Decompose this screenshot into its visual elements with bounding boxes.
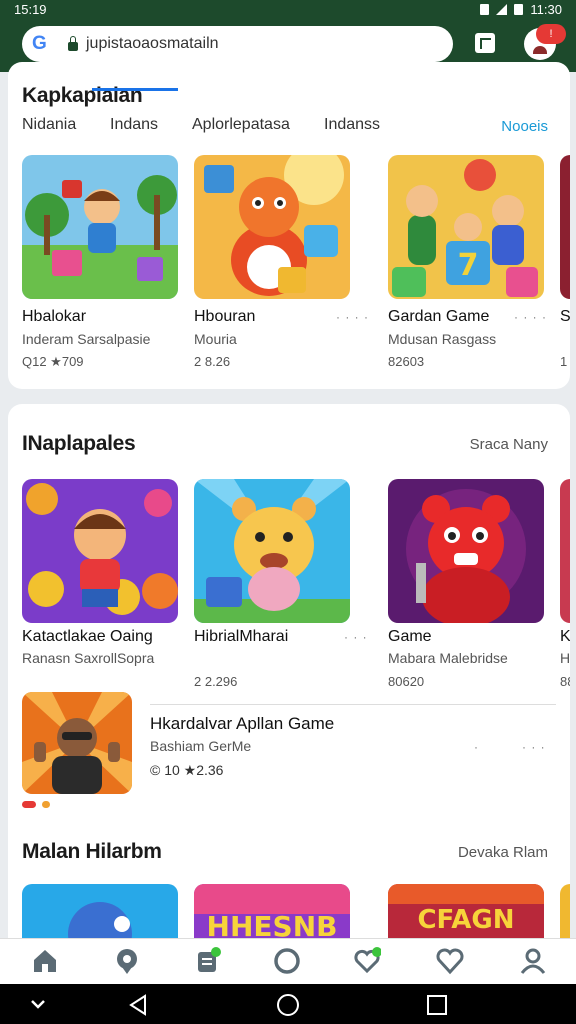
app-developer: Bashiam GerMe: [150, 738, 252, 754]
status-icons: 11:30: [480, 2, 562, 17]
app-name: S: [560, 308, 570, 325]
chevron-down-icon[interactable]: [30, 998, 46, 1010]
status-bar: 15:19 11:30: [0, 0, 576, 18]
app-name: Ka: [560, 628, 570, 645]
see-all-link[interactable]: Devaka Rlam: [458, 844, 548, 861]
app-thumbnail[interactable]: [560, 479, 570, 623]
notification-badge: !: [536, 24, 566, 44]
lock-icon: [68, 35, 78, 51]
pager-dot: [42, 801, 50, 808]
home-circle-icon[interactable]: [276, 993, 300, 1017]
back-icon[interactable]: [128, 994, 148, 1016]
app-name: HibrialMharai: [194, 628, 289, 645]
app-rating: 80620: [388, 674, 425, 689]
app-thumbnail[interactable]: [22, 692, 132, 794]
app-name: Katactlakae Oaing: [22, 628, 153, 645]
url-bar[interactable]: G jupistaoaosmatailn: [22, 26, 453, 62]
app-developer: Mabara Malebridse: [388, 650, 508, 666]
section-featured: Kapkaplaian Nooeis Nidania Indans Aplorl…: [8, 62, 570, 389]
bottom-navigation: [0, 938, 576, 984]
app-rating: 82603: [388, 354, 425, 369]
app-thumbnail[interactable]: [22, 155, 178, 299]
app-rating: © 10 ★2.36: [150, 762, 224, 778]
tab-nidania[interactable]: Nidania: [22, 116, 76, 134]
recents-icon[interactable]: [426, 994, 448, 1016]
favorites-icon[interactable]: [436, 947, 464, 975]
battery-text: 11:30: [530, 1, 562, 17]
app-name: Game: [388, 628, 432, 645]
app-rating: Q12 ★709: [22, 354, 84, 369]
screen: 15:19 11:30 G jupistaoaosmatailn ! Kapka…: [0, 0, 576, 1024]
section-title: Malan Hilarbm: [22, 840, 162, 863]
avatar-icon: [533, 46, 547, 54]
more-options-icon[interactable]: · · ·: [522, 740, 546, 754]
app-rating: 2 2.296: [194, 674, 238, 689]
battery-icon: [514, 3, 524, 15]
svg-text:7: 7: [458, 248, 479, 283]
app-rating: 88: [560, 674, 570, 689]
app-developer: Ranasn SaxrollSopra: [22, 650, 155, 666]
more-options-icon[interactable]: · · · ·: [514, 310, 547, 324]
home-icon[interactable]: [31, 947, 59, 975]
profile-icon[interactable]: [519, 947, 547, 975]
app-rating: 2 8.26: [194, 354, 231, 369]
tab-indanss[interactable]: Indanss: [324, 116, 380, 134]
tabs-button[interactable]: [475, 33, 495, 53]
url-text: jupistaoaosmatailn: [86, 35, 219, 52]
carousel-indicator: [22, 801, 50, 808]
updates-icon[interactable]: [353, 947, 381, 975]
app-developer: Mouria: [194, 331, 237, 347]
divider: [150, 704, 556, 705]
tab-aplorlepatasa[interactable]: Aplorlepatasa: [192, 116, 290, 134]
notification-icon: [480, 3, 490, 15]
discover-icon[interactable]: [113, 947, 141, 975]
category-tabs: Nidania Indans Aplorlepatasa Indanss: [22, 116, 562, 146]
app-thumbnail[interactable]: [22, 479, 178, 623]
pager-dot-active: [22, 801, 36, 808]
system-navigation-bar: [0, 984, 576, 1024]
app-name: Hbouran: [194, 308, 256, 325]
library-icon[interactable]: [194, 947, 222, 975]
app-thumbnail[interactable]: [194, 155, 350, 299]
google-logo-icon: G: [32, 33, 47, 54]
app-thumbnail[interactable]: [388, 479, 544, 623]
status-time: 15:19: [14, 1, 47, 17]
thumb-text: CFAGN: [417, 905, 514, 935]
app-name: Hkardalvar Apllan Game: [150, 714, 335, 733]
active-tab-indicator: [92, 88, 178, 91]
app-developer: Mdusan Rasgass: [388, 331, 497, 347]
games-icon[interactable]: [273, 947, 301, 975]
app-rating: 1: [560, 354, 568, 369]
more-options-icon[interactable]: ·: [474, 740, 479, 754]
app-name: Hbalokar: [22, 308, 87, 325]
app-developer: Ha: [560, 650, 570, 666]
section-popular: INaplapales Sraca Nany Katactlakae Oaing…: [8, 404, 570, 964]
app-developer: Inderam Sarsalpasie: [22, 331, 151, 347]
app-name: Gardan Game: [388, 308, 490, 325]
more-options-icon[interactable]: · · · ·: [336, 310, 369, 324]
more-options-icon[interactable]: · · ·: [344, 630, 368, 644]
app-thumbnail[interactable]: [194, 479, 350, 623]
signal-icon: [496, 3, 508, 15]
see-all-link[interactable]: Sraca Nany: [470, 436, 548, 453]
app-thumbnail[interactable]: [560, 155, 570, 299]
section-title: INaplapales: [22, 432, 136, 455]
app-thumbnail[interactable]: 7: [388, 155, 544, 299]
tab-indans[interactable]: Indans: [110, 116, 158, 134]
